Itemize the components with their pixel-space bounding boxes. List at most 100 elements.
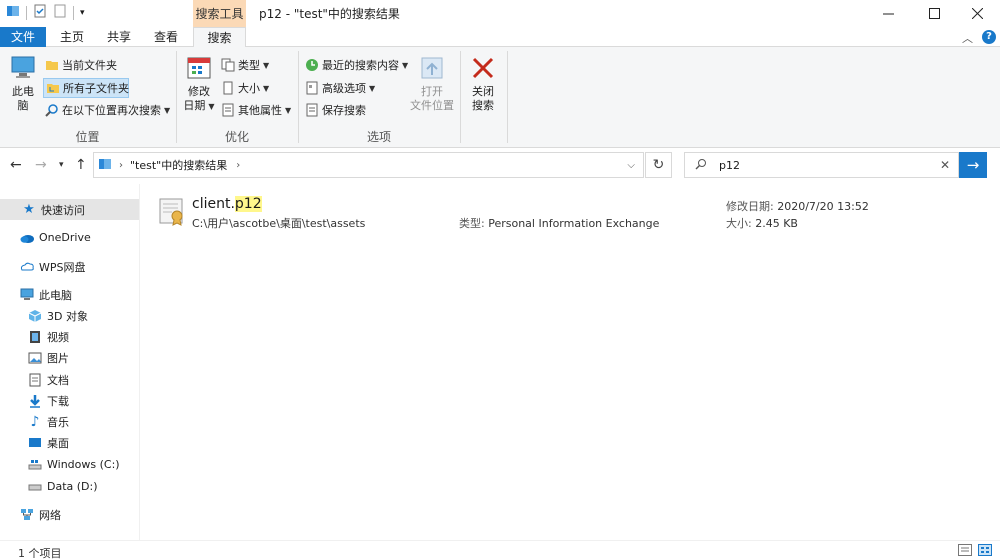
- calendar-icon: [187, 57, 211, 79]
- close-window-button[interactable]: [955, 0, 1000, 27]
- file-path: C:\用户\ascotbe\桌面\test\assets: [192, 217, 366, 230]
- save-search-icon: [305, 103, 319, 117]
- new-folder-icon[interactable]: [53, 4, 67, 21]
- search-icon: [695, 158, 707, 173]
- current-folder-button[interactable]: 当前文件夹: [45, 55, 117, 75]
- refresh-icon: ↻: [652, 157, 665, 173]
- star-icon: ★: [23, 202, 35, 217]
- cloud-icon: [20, 231, 34, 245]
- kind-icon: [221, 58, 235, 72]
- arrow-right-icon: →: [966, 156, 980, 174]
- ribbon: 此电 脑 当前文件夹 所有子文件夹 在以下位置再次搜索 ▼ 位置 修改 日期 ▼ 类…: [0, 47, 1000, 148]
- breadcrumb-chevron-icon[interactable]: ›: [119, 160, 123, 171]
- nav-item-drive-c[interactable]: Windows (C:): [0, 454, 139, 475]
- minimize-button[interactable]: [866, 0, 911, 27]
- windows-drive-icon: [28, 458, 42, 472]
- nav-item-desktop[interactable]: 桌面: [0, 432, 139, 453]
- properties-icon[interactable]: [33, 4, 47, 21]
- close-search-button[interactable]: 关闭 搜索: [465, 55, 501, 113]
- back-arrow-icon[interactable]: ←: [10, 157, 22, 173]
- this-pc-button[interactable]: 此电 脑: [6, 55, 40, 113]
- date-modified-button[interactable]: 修改 日期 ▼: [181, 55, 217, 114]
- search-term-highlight: p12: [234, 196, 262, 212]
- search-go-button[interactable]: →: [959, 152, 987, 178]
- nav-item-pictures[interactable]: 图片: [0, 347, 139, 368]
- tab-file[interactable]: 文件: [0, 27, 46, 47]
- tab-share[interactable]: 共享: [99, 27, 139, 47]
- up-arrow-icon[interactable]: ↑: [75, 157, 87, 173]
- size-icon: [221, 81, 235, 95]
- nav-item-network[interactable]: 网络: [0, 504, 139, 525]
- computer-icon: [11, 56, 35, 78]
- address-bar[interactable]: › "test"中的搜索结果 › ⌵: [93, 152, 644, 178]
- size-button[interactable]: 大小 ▼: [221, 78, 269, 98]
- ribbon-tabs: 文件 主页 共享 查看 搜索: [0, 27, 1000, 48]
- document-icon: [28, 373, 42, 387]
- file-type: 类型: Personal Information Exchange: [459, 217, 660, 230]
- advanced-options-button[interactable]: 高级选项 ▼: [305, 78, 375, 98]
- nav-item-quick-access[interactable]: ★ 快速访问: [0, 199, 139, 220]
- recent-searches-button[interactable]: 最近的搜索内容 ▼: [305, 55, 408, 75]
- other-properties-button[interactable]: 其他属性 ▼: [221, 100, 291, 120]
- recent-searches-icon: [305, 58, 319, 72]
- nav-item-downloads[interactable]: 下载: [0, 390, 139, 411]
- search-results-folder-icon: [98, 157, 112, 174]
- tab-search[interactable]: 搜索: [193, 27, 246, 48]
- details-view-icon[interactable]: [958, 544, 972, 559]
- search-again-button[interactable]: 在以下位置再次搜索 ▼: [45, 100, 170, 120]
- drive-icon: [28, 480, 42, 494]
- certificate-file-icon: [158, 196, 186, 229]
- refresh-button[interactable]: ↻: [645, 152, 672, 178]
- wps-cloud-icon: [20, 260, 34, 274]
- search-box[interactable]: p12 ✕: [684, 152, 959, 178]
- file-name[interactable]: client.p12: [192, 196, 262, 212]
- cube-icon: [28, 309, 42, 323]
- group-label-options: 选项: [366, 130, 391, 144]
- quick-access-toolbar: ▾: [6, 4, 85, 21]
- forward-arrow-icon[interactable]: →: [35, 157, 47, 173]
- nav-item-music[interactable]: ♪ 音乐: [0, 411, 139, 432]
- nav-item-documents[interactable]: 文档: [0, 369, 139, 390]
- download-arrow-icon: [28, 394, 42, 408]
- breadcrumb-chevron-icon[interactable]: ›: [236, 160, 240, 171]
- save-search-button[interactable]: 保存搜索: [305, 100, 366, 120]
- network-icon: [20, 508, 34, 522]
- item-count: 1 个项目: [18, 547, 62, 560]
- file-size: 大小: 2.45 KB: [726, 217, 798, 230]
- nav-item-videos[interactable]: 视频: [0, 326, 139, 347]
- search-results-pane: [141, 184, 1000, 540]
- nav-item-this-pc[interactable]: 此电脑: [0, 284, 139, 305]
- tab-home[interactable]: 主页: [52, 27, 92, 47]
- clear-search-icon[interactable]: ✕: [940, 158, 950, 172]
- properties-list-icon: [221, 103, 235, 117]
- large-icons-view-icon[interactable]: [978, 544, 992, 559]
- search-input[interactable]: p12: [719, 159, 740, 172]
- open-file-location-button[interactable]: 打开 文件位置: [409, 55, 455, 113]
- desktop-icon: [28, 436, 42, 450]
- collapse-ribbon-icon[interactable]: ︿: [962, 30, 973, 46]
- nav-item-onedrive[interactable]: OneDrive: [0, 227, 139, 248]
- film-icon: [28, 330, 42, 344]
- group-label-location: 位置: [75, 130, 100, 144]
- picture-icon: [28, 351, 42, 365]
- subfolders-icon: [46, 81, 60, 95]
- status-bar: 1 个项目: [0, 540, 1000, 560]
- computer-icon: [20, 288, 34, 302]
- file-modified-date: 修改日期: 2020/7/20 13:52: [726, 200, 869, 213]
- nav-item-3d-objects[interactable]: 3D 对象: [0, 305, 139, 326]
- address-dropdown-icon[interactable]: ⌵: [627, 160, 635, 171]
- recent-locations-chevron-icon[interactable]: ▾: [59, 160, 64, 170]
- breadcrumb-current[interactable]: "test"中的搜索结果: [130, 157, 227, 173]
- kind-button[interactable]: 类型 ▼: [221, 55, 269, 75]
- maximize-button[interactable]: [912, 0, 957, 27]
- help-icon[interactable]: ?: [982, 30, 996, 44]
- tab-view[interactable]: 查看: [146, 27, 186, 47]
- nav-item-drive-d[interactable]: Data (D:): [0, 476, 139, 497]
- customize-qat-icon[interactable]: ▾: [80, 8, 85, 18]
- close-x-icon: [472, 57, 494, 79]
- navigation-pane: ★ 快速访问 OneDrive WPS网盘 此电脑 3D 对象 视频 图片 文档…: [0, 184, 140, 540]
- window-title: p12 - "test"中的搜索结果: [259, 7, 400, 21]
- explorer-icon[interactable]: [6, 4, 20, 21]
- nav-item-wps[interactable]: WPS网盘: [0, 256, 139, 277]
- all-subfolders-button[interactable]: 所有子文件夹: [43, 78, 129, 98]
